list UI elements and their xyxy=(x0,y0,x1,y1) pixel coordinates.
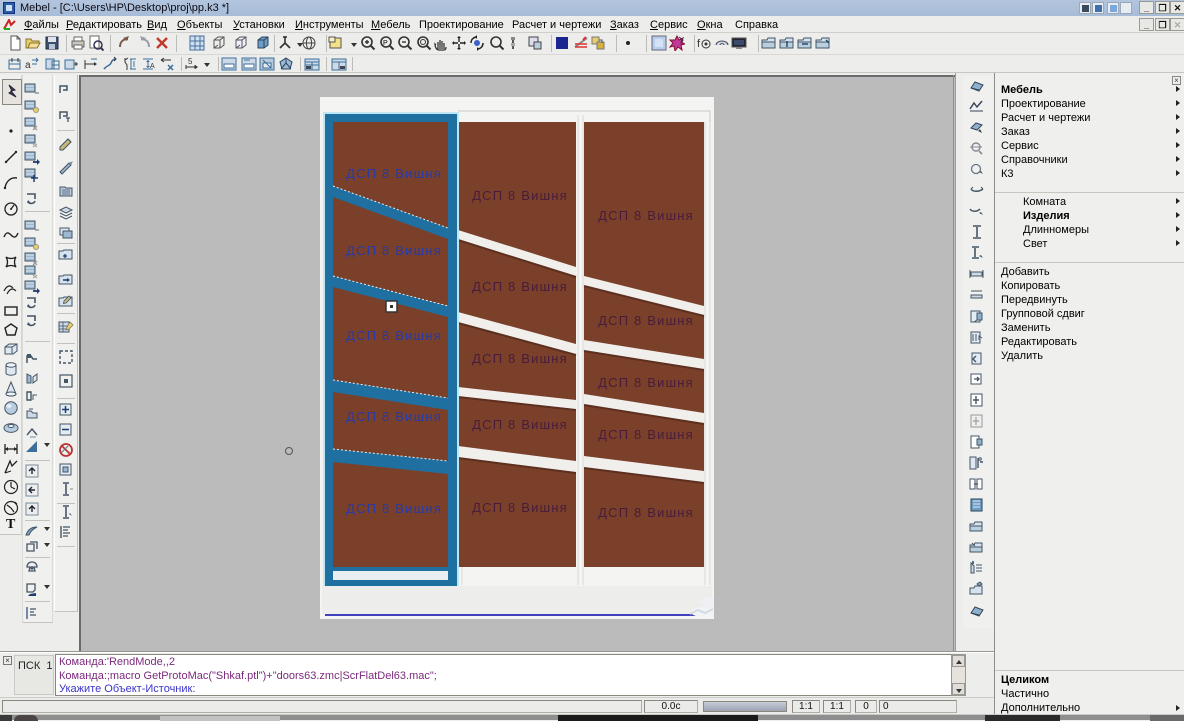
svg-text:ДСП 8 Вишня: ДСП 8 Вишня xyxy=(598,208,694,223)
svg-text:a: a xyxy=(25,60,31,71)
svg-text:ДСП 8 Вишня: ДСП 8 Вишня xyxy=(598,313,694,328)
svg-text:ДСП 8 Вишня: ДСП 8 Вишня xyxy=(472,417,568,432)
svg-text:f: f xyxy=(697,38,701,50)
svg-text:ДСП 8 Вишня: ДСП 8 Вишня xyxy=(472,351,568,366)
svg-text:ДСП 8 Вишня: ДСП 8 Вишня xyxy=(472,500,568,515)
svg-text:A: A xyxy=(150,63,155,70)
svg-text:ДСП 8 Вишня: ДСП 8 Вишня xyxy=(598,505,694,520)
svg-text:ДСП 8 Вишня: ДСП 8 Вишня xyxy=(472,188,568,203)
svg-text:ДСП 8 Вишня: ДСП 8 Вишня xyxy=(346,501,442,516)
svg-text:ДСП 8 Вишня: ДСП 8 Вишня xyxy=(472,279,568,294)
svg-text:T: T xyxy=(6,517,16,532)
svg-text:ДСП 8 Вишня: ДСП 8 Вишня xyxy=(346,409,442,424)
svg-text:ДСП 8 Вишня: ДСП 8 Вишня xyxy=(346,166,442,181)
svg-text:ДСП 8 Вишня: ДСП 8 Вишня xyxy=(598,375,694,390)
svg-text:ДСП 8 Вишня: ДСП 8 Вишня xyxy=(346,328,442,343)
svg-text:5: 5 xyxy=(188,57,193,66)
svg-text:ДСП 8 Вишня: ДСП 8 Вишня xyxy=(598,427,694,442)
svg-text:P: P xyxy=(383,40,388,47)
svg-text:ДСП 8 Вишня: ДСП 8 Вишня xyxy=(346,243,442,258)
